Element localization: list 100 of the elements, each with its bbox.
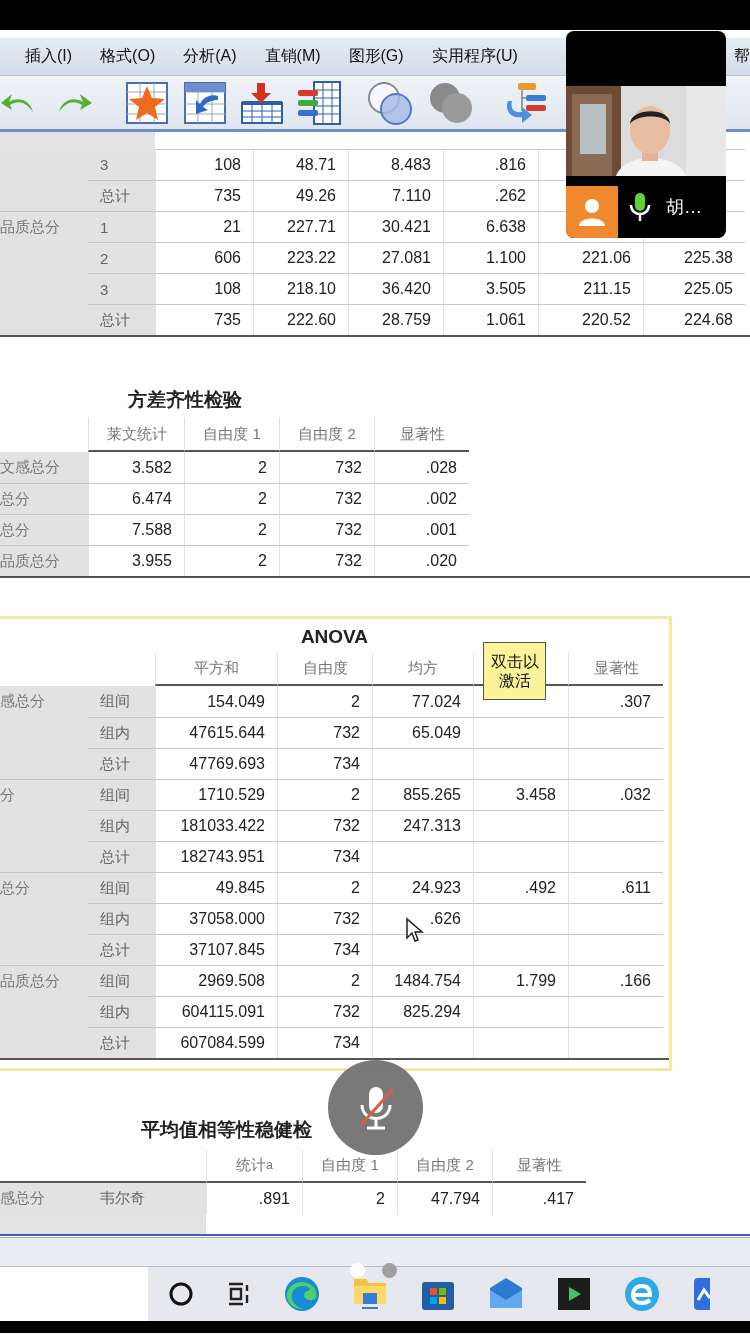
table-cell: 734: [277, 841, 372, 872]
table-cell: 2: [184, 545, 279, 576]
menu-item[interactable]: 分析(A): [183, 46, 237, 67]
row-header-cell: 品质总分: [0, 545, 88, 576]
table-cell: 2: [277, 779, 372, 810]
row-header-cell: 组间: [88, 872, 155, 903]
table-cell: .166: [568, 965, 663, 996]
menu-item[interactable]: 实用程序(U): [431, 46, 518, 67]
table-cell: 732: [279, 514, 374, 545]
menu-item[interactable]: 直销(M): [264, 46, 321, 67]
table-cell: 108: [155, 149, 253, 180]
table-cell: 27.081: [348, 242, 443, 273]
table-cell: .032: [568, 779, 663, 810]
table-cell: 223.22: [253, 242, 348, 273]
table-cell: 3.505: [443, 273, 538, 304]
table-cell: 3.458: [473, 779, 568, 810]
row-header-cell: 韦尔奇: [88, 1183, 206, 1214]
import-table-icon[interactable]: [240, 80, 284, 125]
column-header: 均方: [372, 652, 473, 686]
row-header-cell: 感总分: [0, 1183, 88, 1214]
table-cell: 218.10: [253, 273, 348, 304]
table-cell: 108: [155, 273, 253, 304]
table-cell: 37058.000: [155, 903, 277, 934]
video-tile[interactable]: 胡…: [566, 31, 726, 238]
table-cell: 47769.693: [155, 748, 277, 779]
menu-item[interactable]: 格式(O): [100, 46, 156, 67]
table-cell: 2: [184, 483, 279, 514]
table-cell: 734: [277, 934, 372, 965]
table-cell: 607084.599: [155, 1027, 277, 1058]
microphone-icon[interactable]: [628, 191, 652, 223]
menu-item[interactable]: 图形(G): [348, 46, 404, 67]
table-title: 平均值相等性稳健检: [140, 1118, 313, 1142]
table-cell: 24.923: [372, 872, 473, 903]
table-cell: 247.313: [372, 810, 473, 841]
table-cell: 7.110: [348, 180, 443, 211]
star-table-icon[interactable]: [126, 81, 168, 124]
table-cell: 21: [155, 211, 253, 242]
column-header: 自由度 1: [184, 418, 279, 452]
table-cell: 2: [184, 514, 279, 545]
folder-icon[interactable]: [352, 1279, 388, 1309]
table-cell: .001: [374, 514, 469, 545]
edge-browser-icon[interactable]: [284, 1276, 320, 1312]
variable-list-icon[interactable]: [296, 79, 342, 126]
table-cell: 48.71: [253, 149, 348, 180]
row-header-cell: 组内: [88, 903, 155, 934]
table-cell: 8.483: [348, 149, 443, 180]
table-cell: 732: [277, 810, 372, 841]
row-header-cell: 3: [88, 273, 155, 304]
table-cell: 732: [279, 545, 374, 576]
table-cell: 6.638: [443, 211, 538, 242]
search-icon[interactable]: [168, 1281, 194, 1307]
row-header-cell: 感总分: [0, 686, 88, 717]
row-header-cell: 文感总分: [0, 452, 88, 483]
tooltip: 双击以激活: [483, 642, 546, 700]
table-cell: 225.05: [643, 273, 745, 304]
overlapping-circles-icon[interactable]: [366, 79, 414, 126]
table-cell: 1.100: [443, 242, 538, 273]
table-cell: 732: [279, 483, 374, 514]
table-cell: .307: [568, 686, 663, 717]
table-cell: 222.60: [253, 304, 348, 335]
table-cell: 211.15: [538, 273, 643, 304]
table-cell: 224.68: [643, 304, 745, 335]
app-icon[interactable]: [692, 1276, 710, 1312]
avatar-icon: [566, 186, 618, 238]
table-cell: 37107.845: [155, 934, 277, 965]
table-cell: 2: [277, 965, 372, 996]
column-header: 平方和: [155, 652, 277, 686]
table-cell: 734: [277, 748, 372, 779]
row-header-cell: 组内: [88, 717, 155, 748]
column-header: 自由度 2: [397, 1149, 492, 1183]
menu-item[interactable]: 插入(I): [25, 46, 73, 67]
table-cell: 154.049: [155, 686, 277, 717]
table-cell: 220.52: [538, 304, 643, 335]
table-arrow-icon[interactable]: [184, 81, 226, 124]
selected-table-frame[interactable]: [0, 616, 672, 1071]
column-header: 自由度: [277, 652, 372, 686]
menu-item[interactable]: 帮: [734, 46, 750, 67]
table-cell: 1710.529: [155, 779, 277, 810]
table-cell: 855.265: [372, 779, 473, 810]
row-header-cell: 1: [88, 211, 155, 242]
table-cell: 181033.422: [155, 810, 277, 841]
row-header-cell: 3: [88, 149, 155, 180]
row-header-cell: 总计: [88, 934, 155, 965]
table-cell: 825.294: [372, 996, 473, 1027]
browser-icon[interactable]: [624, 1276, 660, 1312]
row-header-cell: 品质总分: [0, 211, 88, 242]
table-cell: 2969.508: [155, 965, 277, 996]
media-player-icon[interactable]: [556, 1276, 592, 1312]
row-header-cell: 组内: [88, 810, 155, 841]
table-cell: 227.71: [253, 211, 348, 242]
table-cell: .262: [443, 180, 538, 211]
row-header-cell: 组间: [88, 779, 155, 810]
row-header-cell: 总计: [88, 841, 155, 872]
cursor-icon: [405, 917, 425, 943]
table-title: ANOVA: [299, 625, 370, 649]
table-cell: 49.845: [155, 872, 277, 903]
row-header-cell: 总分: [0, 483, 88, 514]
table-cell: 225.38: [643, 242, 745, 273]
column-header: 莱文统计: [88, 418, 184, 452]
table-cell: 734: [277, 1027, 372, 1058]
